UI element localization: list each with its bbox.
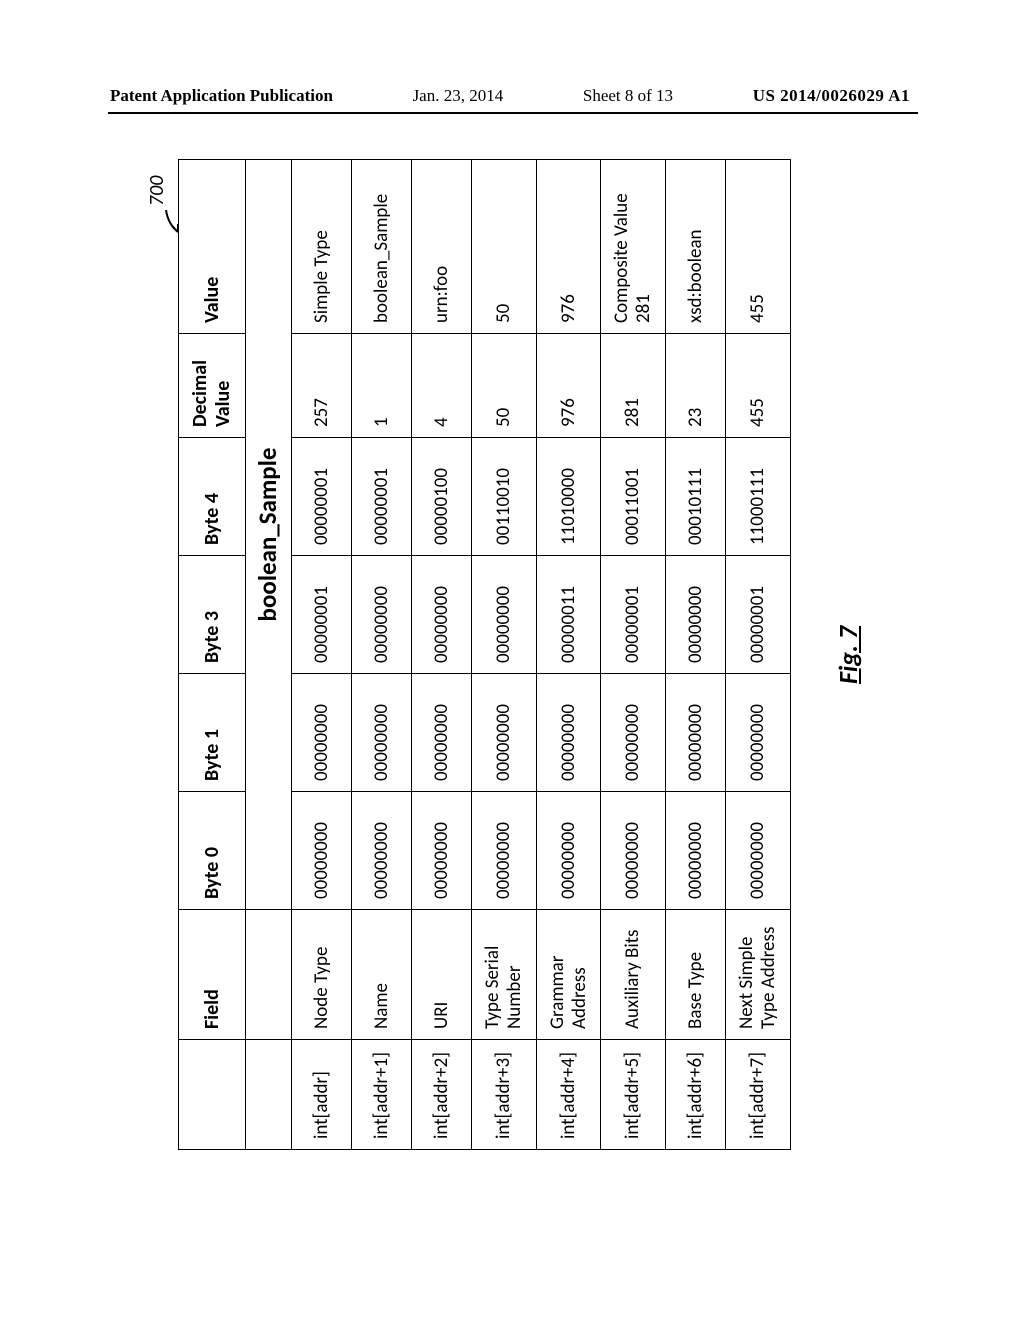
cell-field: Type Serial Number: [472, 910, 537, 1040]
table-row: int[addr]Node Type0000000000000000000000…: [292, 160, 352, 1150]
sheet-label: Sheet 8 of 13: [583, 86, 673, 106]
col-byte0-header: Byte 0: [179, 792, 246, 910]
cell-value: Composite Value 281: [601, 160, 666, 334]
cell-field: Name: [352, 910, 412, 1040]
cell-byte3: 00000011: [536, 556, 601, 674]
cell-value: 976: [536, 160, 601, 334]
cell-addr: int[addr+6]: [666, 1040, 726, 1150]
cell-byte3: 00000001: [726, 556, 791, 674]
figure-container: 700 boolean_Sample: [148, 160, 872, 1150]
cell-byte4: 11000111: [726, 438, 791, 556]
cell-decimal: 976: [536, 334, 601, 438]
cell-addr: int[addr+1]: [352, 1040, 412, 1150]
col-field-header: Field: [179, 910, 246, 1040]
publication-date: Jan. 23, 2014: [413, 86, 504, 106]
cell-field: Next Simple Type Address: [726, 910, 791, 1040]
cell-addr: int[addr+5]: [601, 1040, 666, 1150]
cell-byte1: 00000000: [412, 674, 472, 792]
cell-value: boolean_Sample: [352, 160, 412, 334]
cell-addr: int[addr]: [292, 1040, 352, 1150]
title-empty-cell: [246, 910, 292, 1040]
cell-field: Auxiliary Bits: [601, 910, 666, 1040]
cell-byte1: 00000000: [726, 674, 791, 792]
cell-value: xsd:boolean: [666, 160, 726, 334]
cell-byte0: 00000000: [412, 792, 472, 910]
cell-byte1: 00000000: [601, 674, 666, 792]
table-title: boolean_Sample: [246, 160, 292, 910]
cell-byte4: 00000100: [412, 438, 472, 556]
cell-byte4: 00000001: [292, 438, 352, 556]
cell-decimal: 50: [472, 334, 537, 438]
cell-byte0: 00000000: [601, 792, 666, 910]
cell-byte3: 00000001: [292, 556, 352, 674]
cell-byte3: 00000001: [601, 556, 666, 674]
title-empty-cell: [246, 1040, 292, 1150]
table-row: int[addr+3]Type Serial Number00000000000…: [472, 160, 537, 1150]
cell-byte1: 00000000: [292, 674, 352, 792]
refnum-text: 700: [148, 175, 169, 206]
cell-byte4: 00010111: [666, 438, 726, 556]
document-number: US 2014/0026029 A1: [753, 86, 910, 106]
cell-value: 50: [472, 160, 537, 334]
cell-field: Node Type: [292, 910, 352, 1040]
table-row: int[addr+7]Next Simple Type Address00000…: [726, 160, 791, 1150]
col-decimal-header: Decimal Value: [179, 334, 246, 438]
cell-byte0: 00000000: [472, 792, 537, 910]
cell-byte3: 00000000: [352, 556, 412, 674]
col-value-header: Value: [179, 160, 246, 334]
cell-byte3: 00000000: [472, 556, 537, 674]
cell-byte0: 00000000: [536, 792, 601, 910]
cell-decimal: 23: [666, 334, 726, 438]
table-row: int[addr+4]Grammar Address00000000000000…: [536, 160, 601, 1150]
cell-value: urn:foo: [412, 160, 472, 334]
cell-byte1: 00000000: [666, 674, 726, 792]
table-body: int[addr]Node Type0000000000000000000000…: [292, 160, 791, 1150]
cell-decimal: 1: [352, 334, 412, 438]
cell-byte0: 00000000: [292, 792, 352, 910]
cell-decimal: 455: [726, 334, 791, 438]
cell-byte1: 00000000: [352, 674, 412, 792]
cell-field: URI: [412, 910, 472, 1040]
cell-byte1: 00000000: [472, 674, 537, 792]
cell-addr: int[addr+7]: [726, 1040, 791, 1150]
table-row: int[addr+6]Base Type00000000000000000000…: [666, 160, 726, 1150]
col-byte1-header: Byte 1: [179, 674, 246, 792]
table-row: int[addr+1]Name0000000000000000000000000…: [352, 160, 412, 1150]
table-row: int[addr+5]Auxiliary Bits000000000000000…: [601, 160, 666, 1150]
table-head: Field Byte 0 Byte 1 Byte 3 Byte 4 Decima…: [179, 160, 246, 1150]
cell-decimal: 4: [412, 334, 472, 438]
cell-byte4: 00011001: [601, 438, 666, 556]
cell-decimal: 257: [292, 334, 352, 438]
cell-byte0: 00000000: [352, 792, 412, 910]
table-row: int[addr+2]URI00000000000000000000000000…: [412, 160, 472, 1150]
cell-byte0: 00000000: [726, 792, 791, 910]
cell-byte3: 00000000: [412, 556, 472, 674]
cell-field: Base Type: [666, 910, 726, 1040]
cell-byte4: 00110010: [472, 438, 537, 556]
cell-decimal: 281: [601, 334, 666, 438]
page-header: Patent Application Publication Jan. 23, …: [0, 86, 1024, 106]
data-table: boolean_Sample Field Byte 0 Byte 1 Byte …: [178, 159, 791, 1150]
cell-byte0: 00000000: [666, 792, 726, 910]
cell-addr: int[addr+4]: [536, 1040, 601, 1150]
cell-byte1: 00000000: [536, 674, 601, 792]
col-byte4-header: Byte 4: [179, 438, 246, 556]
cell-byte4: 00000001: [352, 438, 412, 556]
header-rule: [108, 112, 918, 114]
col-byte3-header: Byte 3: [179, 556, 246, 674]
reference-numeral: 700: [148, 168, 182, 238]
cell-addr: int[addr+3]: [472, 1040, 537, 1150]
cell-byte4: 11010000: [536, 438, 601, 556]
cell-value: 455: [726, 160, 791, 334]
table-title-row: boolean_Sample: [246, 160, 292, 1150]
cell-value: Simple Type: [292, 160, 352, 334]
data-table-wrapper: boolean_Sample Field Byte 0 Byte 1 Byte …: [178, 160, 791, 1150]
publication-label: Patent Application Publication: [110, 86, 333, 106]
col-addr-header: [179, 1040, 246, 1150]
cell-addr: int[addr+2]: [412, 1040, 472, 1150]
cell-byte3: 00000000: [666, 556, 726, 674]
cell-field: Grammar Address: [536, 910, 601, 1040]
figure-caption: Fig. 7: [832, 160, 864, 1150]
